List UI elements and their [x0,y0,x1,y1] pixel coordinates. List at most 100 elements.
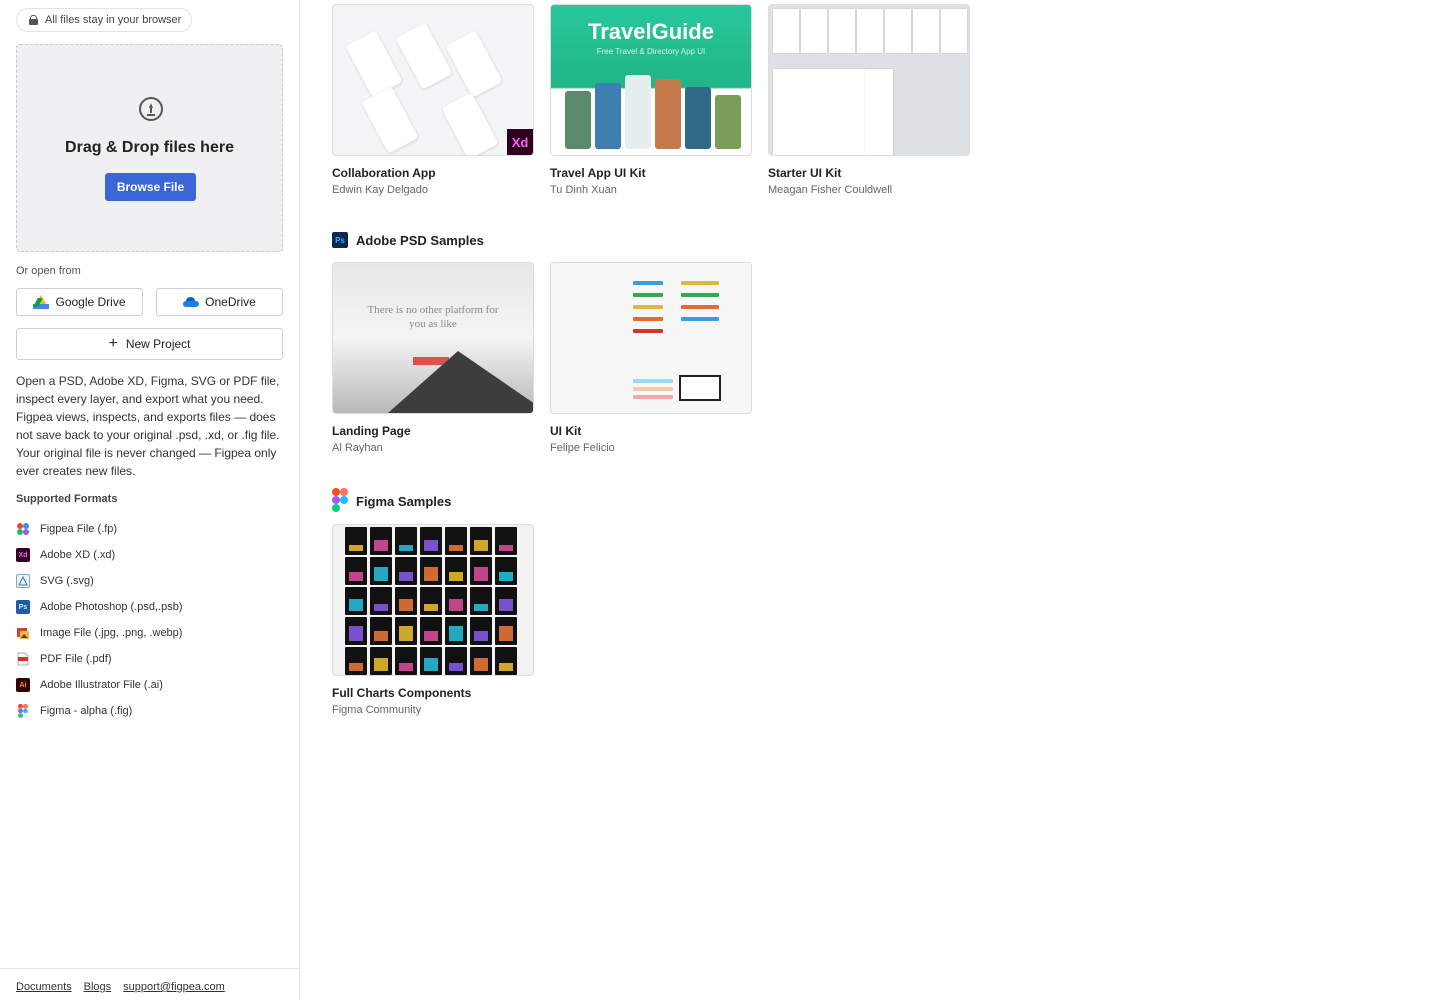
chart-tile [495,617,517,645]
plus-icon: + [108,335,118,352]
card-thumbnail [550,262,752,414]
sample-card[interactable]: Full Charts Components Figma Community [332,524,534,716]
format-item: Xd Adobe XD (.xd) [16,542,182,568]
format-item: Figpea File (.fp) [16,516,182,542]
chart-tile [420,557,442,585]
card-thumbnail [332,524,534,676]
format-label: Figpea File (.fp) [40,523,118,535]
chart-tile [420,647,442,675]
chart-tile [345,647,367,675]
chart-tile [370,527,392,555]
chart-tile [345,527,367,555]
onedrive-icon [183,297,200,307]
chart-tile [495,587,517,615]
card-title: Full Charts Components [332,686,472,700]
card-title: Starter UI Kit [768,166,842,180]
google-drive-icon [33,295,50,309]
card-title: Travel App UI Kit [550,166,646,180]
supported-formats-list: Figpea File (.fp) Xd Adobe XD (.xd) SVG … [16,516,182,724]
format-item: Image File (.jpg, .png, .webp) [16,620,182,646]
format-label: Adobe Illustrator File (.ai) [40,679,163,691]
chart-tile [345,587,367,615]
thumbnail-hero-text: There is no other platform for you as li… [367,304,499,330]
format-item: Figma - alpha (.fig) [16,698,182,724]
card-thumbnail: TravelGuide Free Travel & Directory App … [550,4,752,156]
chart-tile [445,647,467,675]
chart-tile [345,557,367,585]
chart-tile [470,527,492,555]
sample-card[interactable]: TravelGuide Free Travel & Directory App … [550,4,752,196]
adobe-xd-icon: Xd [16,548,30,562]
format-item: Ps Adobe Photoshop (.psd,.psb) [16,594,182,620]
sample-card[interactable]: There is no other platform for you as li… [332,262,534,454]
onedrive-button[interactable]: OneDrive [156,288,283,316]
file-dropzone[interactable]: Drag & Drop files here Browse File [16,44,283,252]
photoshop-icon: Ps [332,232,348,248]
card-author: Al Rayhan [332,442,383,454]
illustrator-icon: Ai [16,678,30,692]
card-author: Tu Dinh Xuan [550,184,617,196]
image-icon [16,626,30,640]
samples-gallery: Xd Collaboration App Edwin Kay Delgado T… [332,0,1432,1000]
figma-icon [16,704,30,718]
chart-tile [345,617,367,645]
section-title: Adobe PSD Samples [356,232,484,248]
open-from-label: Or open from [16,265,81,277]
sample-card[interactable]: Starter UI Kit Meagan Fisher Couldwell [768,4,970,196]
format-label: Adobe XD (.xd) [40,549,116,561]
chart-tile [470,557,492,585]
documents-link[interactable]: Documents [16,981,72,1000]
chart-tile [495,647,517,675]
sidebar-footer: Documents Blogs support@figpea.com [0,968,300,1000]
card-author: Edwin Kay Delgado [332,184,429,196]
card-author: Felipe Felicio [550,442,615,454]
photoshop-icon: Ps [16,600,30,614]
chart-tile [395,557,417,585]
chart-tile [370,557,392,585]
chart-tile [445,557,467,585]
card-author: Meagan Fisher Couldwell [768,184,893,196]
sample-card[interactable]: UI Kit Felipe Felicio [550,262,752,454]
format-label: Image File (.jpg, .png, .webp) [40,627,183,639]
google-drive-button[interactable]: Google Drive [16,288,143,316]
chart-tile [495,527,517,555]
psd-section-header: Ps Adobe PSD Samples [332,232,484,248]
format-item: PDF File (.pdf) [16,646,182,672]
chart-tile [495,557,517,585]
adobe-xd-icon: Xd [507,129,533,155]
figma-section-header: Figma Samples [332,488,451,515]
format-label: Figma - alpha (.fig) [40,705,133,717]
new-project-label: New Project [125,337,191,351]
blogs-link[interactable]: Blogs [84,981,112,1000]
figma-icon [332,488,348,515]
browse-file-button[interactable]: Browse File [105,173,196,201]
onedrive-label: OneDrive [205,295,256,309]
card-author: Figma Community [332,704,422,716]
sidebar: All files stay in your browser Drag & Dr… [0,0,300,1000]
chart-tile [445,527,467,555]
card-title: Collaboration App [332,166,436,180]
chart-tile [470,617,492,645]
card-thumbnail: There is no other platform for you as li… [332,262,534,414]
card-thumbnail [768,4,970,156]
privacy-badge: All files stay in your browser [16,8,193,32]
figpea-icon [16,522,30,536]
chart-tile [395,647,417,675]
card-title: UI Kit [550,424,582,438]
format-label: Adobe Photoshop (.psd,.psb) [40,601,183,613]
card-thumbnail: Xd [332,4,534,156]
sample-card[interactable]: Xd Collaboration App Edwin Kay Delgado [332,4,534,196]
upload-icon [139,97,163,121]
support-email-link[interactable]: support@figpea.com [123,981,225,1000]
svg-icon [16,574,30,588]
chart-tile [395,527,417,555]
thumbnail-subtitle: Free Travel & Directory App UI [596,47,706,56]
chart-tile [420,617,442,645]
format-label: SVG (.svg) [40,575,94,587]
privacy-text: All files stay in your browser [45,14,182,26]
chart-tile [370,617,392,645]
google-drive-label: Google Drive [55,295,126,309]
app-description: Open a PSD, Adobe XD, Figma, SVG or PDF … [16,374,280,478]
chart-tile [395,587,417,615]
new-project-button[interactable]: + New Project [16,328,283,360]
